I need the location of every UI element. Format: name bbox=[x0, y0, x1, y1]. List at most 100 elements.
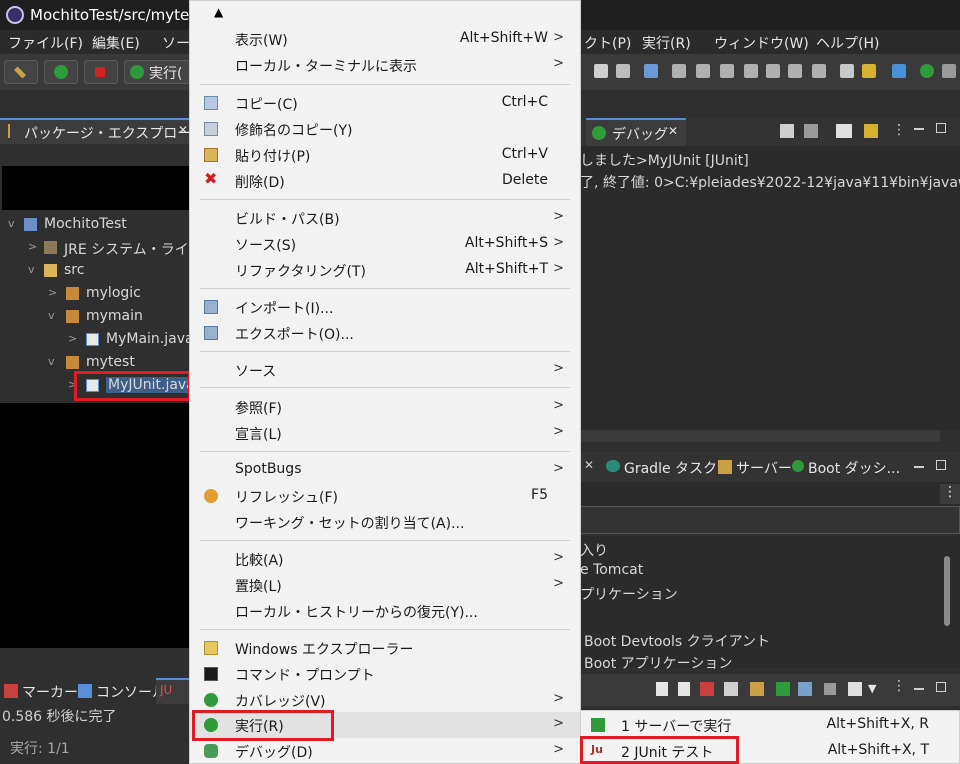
scroll-up-icon[interactable]: ▲ bbox=[214, 5, 223, 19]
minimize-icon[interactable] bbox=[914, 466, 924, 468]
remove-launch-icon[interactable] bbox=[780, 124, 794, 138]
maximize-icon[interactable] bbox=[936, 123, 946, 133]
minimize-icon[interactable] bbox=[914, 688, 924, 690]
settings-icon[interactable] bbox=[892, 64, 906, 78]
test-history-icon[interactable] bbox=[848, 682, 862, 696]
expand-arrow-icon[interactable]: v bbox=[48, 355, 55, 368]
collapse-arrow-icon[interactable]: > bbox=[68, 332, 77, 345]
suspend-icon[interactable] bbox=[696, 64, 710, 78]
tree-item-mymain[interactable]: v mymain bbox=[0, 306, 192, 329]
submenu-item-run-on-server[interactable]: 1 サーバーで実行 Alt+Shift+X, R bbox=[581, 712, 959, 738]
resume-icon[interactable] bbox=[672, 64, 686, 78]
view-menu-icon[interactable]: ⋮ bbox=[940, 484, 960, 504]
save-icon[interactable] bbox=[594, 64, 608, 78]
tree-item-mylogic[interactable]: > mylogic bbox=[0, 283, 192, 306]
expand-arrow-icon[interactable]: v bbox=[28, 263, 35, 276]
menu-item-show-in-terminal[interactable]: ローカル・ターミナルに表示 > bbox=[190, 52, 580, 78]
open-console-icon[interactable] bbox=[864, 124, 878, 138]
pin-console-icon[interactable] bbox=[836, 124, 852, 138]
tab-gradle[interactable]: Gradle タスク bbox=[624, 458, 717, 478]
chevron-down-icon[interactable]: ▼ bbox=[868, 682, 876, 695]
menu-item-refactor[interactable]: リファクタリング(T) Alt+Shift+T > bbox=[190, 257, 580, 283]
scroll-thumb[interactable] bbox=[944, 556, 950, 626]
step-return-icon[interactable] bbox=[812, 64, 826, 78]
view-menu-icon[interactable]: ⋮ bbox=[892, 678, 906, 694]
run-dropdown-button[interactable]: 実行( bbox=[124, 60, 190, 84]
rerun-failed-icon[interactable] bbox=[798, 682, 812, 696]
list-icon[interactable] bbox=[840, 64, 854, 78]
close-icon[interactable]: ✕ bbox=[178, 123, 188, 137]
next-failure-icon[interactable] bbox=[656, 682, 668, 696]
disconnect-icon[interactable] bbox=[744, 64, 758, 78]
menu-file[interactable]: ファイル(F) bbox=[8, 33, 83, 53]
menu-item-import[interactable]: インポート(I)... bbox=[190, 294, 580, 320]
step-over-icon[interactable] bbox=[788, 64, 802, 78]
list-item[interactable]: 入り bbox=[580, 540, 608, 560]
menu-item-command-prompt[interactable]: コマンド・プロンプト bbox=[190, 661, 580, 687]
remove-all-icon[interactable] bbox=[804, 124, 818, 138]
menu-item-copy[interactable]: コピー(C) Ctrl+C bbox=[190, 90, 580, 116]
failures-only-icon[interactable] bbox=[700, 682, 714, 696]
tree-item-src[interactable]: v src bbox=[0, 260, 192, 283]
menu-item-export[interactable]: エクスポート(O)... bbox=[190, 320, 580, 346]
menu-item-source-2[interactable]: ソース > bbox=[190, 357, 580, 383]
tree-item-jre[interactable]: > JRE システム・ライブラ bbox=[0, 237, 217, 260]
tree-item-project[interactable]: v MochitoTest bbox=[0, 214, 192, 237]
expand-arrow-icon[interactable]: v bbox=[48, 309, 55, 322]
explorer-scrollbar-area[interactable] bbox=[0, 648, 192, 678]
close-icon[interactable]: ✕ bbox=[584, 458, 594, 472]
menu-item-show[interactable]: 表示(W) Alt+Shift+W > bbox=[190, 26, 580, 52]
menu-item-paste[interactable]: 貼り付け(P) Ctrl+V bbox=[190, 142, 580, 168]
history-icon[interactable] bbox=[750, 682, 764, 696]
maximize-icon[interactable] bbox=[936, 460, 946, 470]
close-icon[interactable]: ✕ bbox=[668, 124, 678, 138]
collapse-arrow-icon[interactable]: > bbox=[28, 240, 37, 253]
minimize-icon[interactable] bbox=[914, 128, 924, 130]
menu-item-assign-working-set[interactable]: ワーキング・セットの割り当て(A)... bbox=[190, 509, 580, 535]
menu-item-copy-qualified-name[interactable]: 修飾名のコピー(Y) bbox=[190, 116, 580, 142]
rerun-icon[interactable] bbox=[776, 682, 790, 696]
list-item[interactable]: e Tomcat bbox=[580, 562, 643, 578]
servers-vscroll[interactable] bbox=[936, 536, 960, 668]
menu-item-spotbugs[interactable]: SpotBugs > bbox=[190, 457, 580, 483]
menu-window[interactable]: ウィンドウ(W) bbox=[714, 33, 809, 53]
menu-edit[interactable]: 編集(E) bbox=[92, 33, 140, 53]
menu-item-delete[interactable]: ✖ 削除(D) Delete bbox=[190, 168, 580, 194]
list-item[interactable]: Boot Devtools クライアント bbox=[584, 631, 770, 651]
maximize-icon[interactable] bbox=[936, 682, 946, 692]
console-hscroll[interactable] bbox=[580, 430, 940, 442]
run-toolbar-button[interactable] bbox=[44, 60, 78, 84]
list-item[interactable]: Boot アプリケーション bbox=[584, 653, 732, 673]
menu-item-source[interactable]: ソース(S) Alt+Shift+S > bbox=[190, 231, 580, 257]
expand-arrow-icon[interactable]: v bbox=[8, 217, 15, 230]
menu-item-debug[interactable]: デバッグ(D) > bbox=[190, 738, 580, 764]
boot-icon[interactable] bbox=[920, 64, 934, 78]
menu-item-build-path[interactable]: ビルド・パス(B) > bbox=[190, 205, 580, 231]
menu-help[interactable]: ヘルプ(H) bbox=[816, 33, 879, 53]
stop-icon[interactable] bbox=[824, 683, 836, 695]
menu-item-compare[interactable]: 比較(A) > bbox=[190, 546, 580, 572]
console-icon[interactable] bbox=[644, 64, 658, 78]
servers-filter-input[interactable] bbox=[580, 506, 960, 534]
toolbar-overflow-icon[interactable] bbox=[942, 64, 956, 78]
menu-item-windows-explorer[interactable]: Windows エクスプローラー bbox=[190, 635, 580, 661]
step-into-icon[interactable] bbox=[766, 64, 780, 78]
view-menu-icon[interactable]: ⋮ bbox=[892, 122, 906, 138]
menu-run[interactable]: 実行(R) bbox=[642, 33, 691, 53]
menu-item-references[interactable]: 参照(F) > bbox=[190, 394, 580, 420]
terminate-icon[interactable] bbox=[720, 64, 734, 78]
save-all-icon[interactable] bbox=[616, 64, 630, 78]
debug-tab[interactable]: デバッグ ✕ bbox=[586, 118, 686, 146]
menu-item-declarations[interactable]: 宣言(L) > bbox=[190, 420, 580, 446]
tree-item-mymain-java[interactable]: > MyMain.java bbox=[0, 329, 194, 352]
list-item[interactable]: プリケーション bbox=[580, 584, 678, 604]
scroll-lock-icon[interactable] bbox=[724, 682, 738, 696]
stop-button[interactable] bbox=[84, 60, 118, 84]
collapse-arrow-icon[interactable]: > bbox=[48, 286, 57, 299]
tab-servers[interactable]: サーバー bbox=[736, 458, 792, 478]
tab-boot-dashboard[interactable]: Boot ダッシ... bbox=[808, 458, 900, 478]
tab-markers[interactable]: マーカー bbox=[22, 682, 78, 702]
menu-item-refresh[interactable]: リフレッシュ(F) F5 bbox=[190, 483, 580, 509]
tab-junit[interactable]: JU bbox=[156, 678, 192, 704]
menu-project[interactable]: クト(P) bbox=[584, 33, 631, 53]
